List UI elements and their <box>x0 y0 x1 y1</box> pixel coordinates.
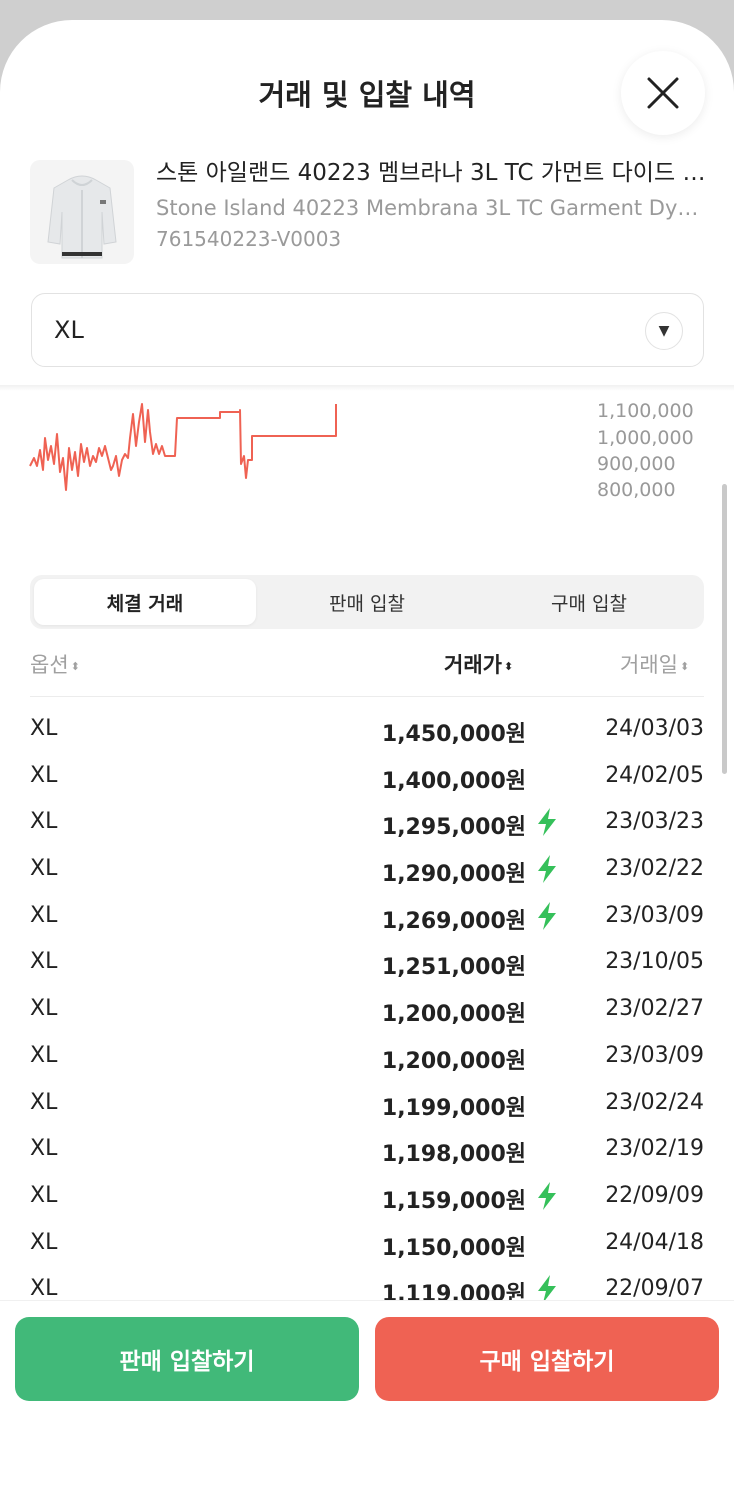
sort-icon: ⬍ <box>679 659 690 673</box>
row-date: 23/10/05 <box>605 949 704 975</box>
row-price: 1,199,000원 <box>381 1095 526 1121</box>
close-icon <box>647 77 679 109</box>
trade-tabs: 체결 거래 판매 입찰 구매 입찰 <box>30 575 704 629</box>
row-date: 23/02/19 <box>605 1136 704 1162</box>
row-date: 23/03/09 <box>605 1042 704 1068</box>
row-option: XL <box>30 902 58 928</box>
table-row: XL 1,150,000원 24/04/18 <box>30 1222 704 1269</box>
product-code: 761540223-V0003 <box>156 227 342 251</box>
row-date: 23/03/23 <box>605 809 704 835</box>
row-price: 1,200,000원 <box>381 1048 526 1074</box>
table-row: XL 1,251,000원 23/10/05 <box>30 941 704 988</box>
lightning-icon <box>538 901 556 930</box>
column-header-price[interactable]: 거래가 ⬍ <box>444 649 513 679</box>
row-date: 24/02/05 <box>605 762 704 788</box>
bottom-sheet: 거래 및 입찰 내역 스톤 아일랜드 40223 멤브라나 3L TC 가먼트 … <box>0 20 734 1500</box>
product-summary: 스톤 아일랜드 40223 멤브라나 3L TC 가먼트 다이드 후드 자켓 라… <box>30 150 710 270</box>
table-row: XL 1,450,000원 24/03/03 <box>30 708 704 755</box>
row-option: XL <box>30 809 58 835</box>
table-row: XL 1,400,000원 24/02/05 <box>30 755 704 802</box>
row-price: 1,251,000원 <box>381 955 526 981</box>
row-option: XL <box>30 949 58 975</box>
trade-list: XL 1,450,000원 24/03/03 XL 1,400,000원 24/02/05… <box>30 708 704 1315</box>
column-header-date[interactable]: 거래일 ⬍ <box>620 649 689 679</box>
column-header-option-label: 옵션 <box>30 653 69 677</box>
row-price: 1,198,000원 <box>381 1142 526 1168</box>
product-name-korean: 스톤 아일랜드 40223 멤브라나 3L TC 가먼트 다이드 후드 자켓 라… <box>156 160 706 186</box>
table-row: XL 1,269,000원 23/03/09 <box>30 895 704 942</box>
row-price: 1,290,000원 <box>381 862 526 888</box>
row-date: 24/03/03 <box>605 716 704 741</box>
table-row: XL 1,200,000원 23/02/27 <box>30 988 704 1035</box>
column-header-date-label: 거래일 <box>620 653 678 677</box>
chart-y-tick: 900,000 <box>597 453 676 475</box>
lightning-icon <box>538 1181 556 1210</box>
table-row: XL 1,159,000원 22/09/09 <box>30 1175 704 1222</box>
tab-concluded-trades[interactable]: 체결 거래 <box>34 579 256 625</box>
row-date: 22/09/07 <box>605 1276 704 1302</box>
tab-buy-bids[interactable]: 구매 입찰 <box>478 579 700 625</box>
row-price: 1,295,000원 <box>381 815 526 841</box>
size-select[interactable]: XL ▼ <box>31 293 704 367</box>
row-price: 1,150,000원 <box>381 1235 526 1261</box>
product-name-english: Stone Island 40223 Membrana 3L TC Garmen… <box>156 196 706 220</box>
row-price: 1,450,000원 <box>381 722 526 747</box>
chart-y-tick: 1,100,000 <box>597 400 694 422</box>
chart-y-tick: 1,000,000 <box>597 427 694 449</box>
sort-descending-icon: ⬍ <box>503 659 514 673</box>
row-price: 1,269,000원 <box>381 908 526 934</box>
row-date: 23/02/24 <box>605 1089 704 1115</box>
row-option: XL <box>30 1136 58 1162</box>
table-row: XL 1,198,000원 23/02/19 <box>30 1128 704 1175</box>
chart-y-tick: 800,000 <box>597 479 676 501</box>
table-row: XL 1,290,000원 23/02/22 <box>30 848 704 895</box>
product-image <box>30 160 134 264</box>
sell-bid-button[interactable]: 판매 입찰하기 <box>15 1317 359 1401</box>
row-price: 1,200,000원 <box>381 1002 526 1028</box>
table-header: 옵션 ⬍ 거래가 ⬍ 거래일 ⬍ <box>30 640 704 697</box>
row-option: XL <box>30 716 58 741</box>
row-option: XL <box>30 1229 58 1255</box>
sort-icon: ⬍ <box>70 659 80 673</box>
buy-bid-button[interactable]: 구매 입찰하기 <box>375 1317 719 1401</box>
lightning-icon <box>538 855 556 884</box>
chevron-down-icon: ▼ <box>645 312 683 350</box>
column-header-price-label: 거래가 <box>444 653 502 677</box>
scrollbar[interactable] <box>722 484 727 774</box>
row-option: XL <box>30 996 58 1022</box>
row-option: XL <box>30 762 58 788</box>
price-chart: 1,100,000 1,000,000 900,000 800,000 <box>0 386 734 536</box>
row-date: 23/03/09 <box>605 902 704 928</box>
row-option: XL <box>30 1089 58 1115</box>
row-option: XL <box>30 856 58 882</box>
table-row: XL 1,199,000원 23/02/24 <box>30 1082 704 1129</box>
column-header-option[interactable]: 옵션 ⬍ <box>30 649 80 679</box>
row-option: XL <box>30 1276 58 1302</box>
table-row: XL 1,295,000원 23/03/23 <box>30 801 704 848</box>
row-price: 1,159,000원 <box>381 1188 526 1214</box>
row-date: 22/09/09 <box>605 1182 704 1208</box>
row-date: 24/04/18 <box>605 1229 704 1255</box>
row-option: XL <box>30 1042 58 1068</box>
size-select-value: XL <box>54 316 84 344</box>
row-price: 1,400,000원 <box>381 768 526 794</box>
footer-actions: 판매 입찰하기 구매 입찰하기 <box>0 1300 734 1480</box>
close-button[interactable] <box>621 51 705 135</box>
table-row: XL 1,200,000원 23/03/09 <box>30 1035 704 1082</box>
row-date: 23/02/27 <box>605 996 704 1022</box>
row-date: 23/02/22 <box>605 856 704 882</box>
row-option: XL <box>30 1182 58 1208</box>
tab-sell-bids[interactable]: 판매 입찰 <box>256 579 478 625</box>
lightning-icon <box>538 808 556 837</box>
